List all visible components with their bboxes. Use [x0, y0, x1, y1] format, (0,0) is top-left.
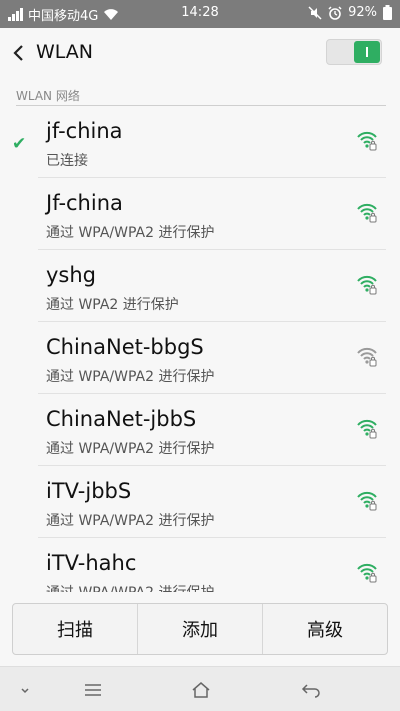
wlan-toggle[interactable]: [326, 39, 382, 65]
network-status: 通过 WPA/WPA2 进行保护: [46, 441, 215, 457]
add-button[interactable]: 添加: [137, 604, 262, 654]
mute-icon: [308, 5, 322, 20]
connected-check-icon: ✔: [12, 134, 27, 154]
clock: 14:28: [181, 5, 219, 20]
network-item[interactable]: iTV-jbbS 通过 WPA/WPA2 进行保护: [0, 466, 400, 538]
navigation-bar: [0, 666, 400, 711]
wifi-signal-lock-icon: [357, 491, 377, 511]
collapse-down-icon[interactable]: [14, 679, 36, 701]
network-status: 通过 WPA2 进行保护: [46, 297, 179, 313]
network-item[interactable]: Jf-china 通过 WPA/WPA2 进行保护: [0, 178, 400, 250]
network-status: 通过 WPA/WPA2 进行保护: [46, 369, 215, 385]
action-bar: 扫描 添加 高级: [12, 603, 388, 655]
network-list[interactable]: ✔ jf-china 已连接 Jf-china 通过 WPA/WPA2 进行保护 yshg…: [0, 106, 400, 592]
advanced-button[interactable]: 高级: [262, 604, 387, 654]
back-icon[interactable]: [300, 679, 322, 701]
wifi-signal-lock-icon: [357, 563, 377, 583]
wifi-signal-lock-icon: [357, 419, 377, 439]
network-item[interactable]: ChinaNet-bbgS 通过 WPA/WPA2 进行保护: [0, 322, 400, 394]
network-status: 通过 WPA/WPA2 进行保护: [46, 582, 214, 592]
alarm-icon: [328, 5, 342, 20]
network-ssid: yshg: [46, 263, 97, 287]
network-item[interactable]: yshg 通过 WPA2 进行保护: [0, 250, 400, 322]
battery-icon: [383, 5, 392, 20]
wifi-signal-lock-icon: [357, 275, 377, 295]
wifi-signal-lock-icon: [357, 131, 377, 151]
network-item[interactable]: ChinaNet-jbbS 通过 WPA/WPA2 进行保护: [0, 394, 400, 466]
network-ssid: jf-china: [46, 119, 123, 143]
menu-icon[interactable]: [82, 679, 104, 701]
page-title: WLAN: [36, 41, 94, 63]
battery-label: 92%: [348, 5, 377, 20]
network-status: 通过 WPA/WPA2 进行保护: [46, 225, 215, 241]
status-bar: 中国移动4G 14:28 92%: [0, 0, 400, 28]
back-arrow-icon[interactable]: [10, 41, 30, 65]
network-status: 通过 WPA/WPA2 进行保护: [46, 513, 215, 529]
network-ssid: Jf-china: [46, 191, 123, 215]
toggle-knob: [354, 41, 380, 63]
network-item[interactable]: ✔ jf-china 已连接: [0, 106, 400, 178]
scan-button[interactable]: 扫描: [13, 604, 137, 654]
home-icon[interactable]: [190, 679, 212, 701]
network-ssid: iTV-jbbS: [46, 479, 132, 503]
wifi-signal-lock-icon: [357, 203, 377, 223]
wifi-signal-lock-icon: [357, 347, 377, 367]
app-header: WLAN: [0, 28, 400, 78]
network-ssid: ChinaNet-bbgS: [46, 335, 204, 359]
network-status: 已连接: [46, 153, 88, 169]
section-title: WLAN 网络: [16, 89, 80, 103]
network-item[interactable]: iTV-hahc 通过 WPA/WPA2 进行保护: [0, 538, 400, 592]
network-ssid: iTV-hahc: [46, 551, 137, 575]
network-ssid: ChinaNet-jbbS: [46, 407, 197, 431]
